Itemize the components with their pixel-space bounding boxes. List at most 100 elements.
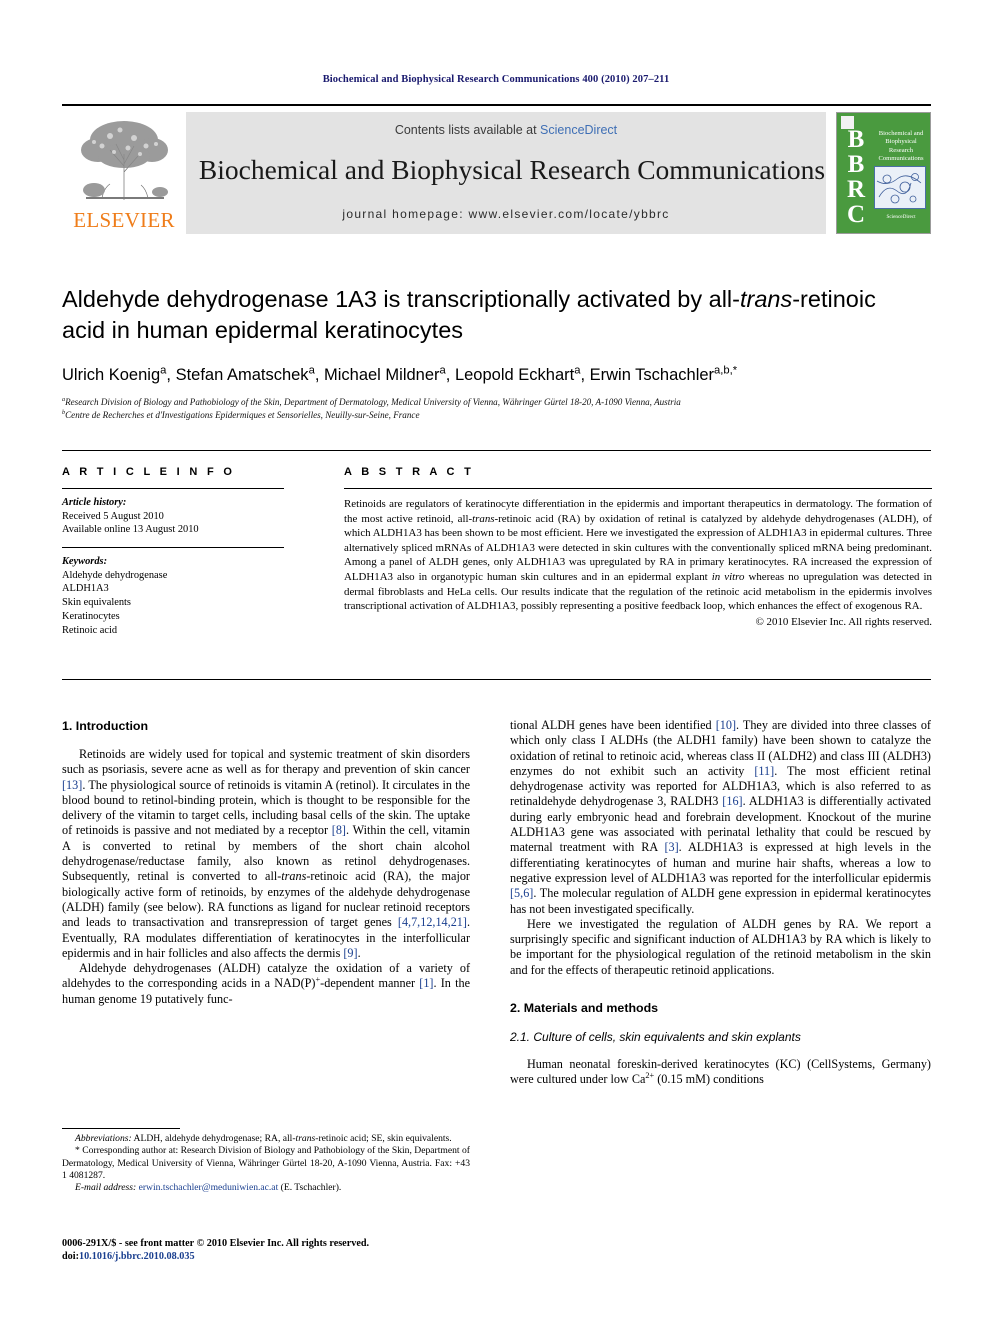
abstract-italic-trans: trans [472, 512, 495, 525]
contents-prefix: Contents lists available at [394, 123, 541, 137]
footnote-divider [62, 1128, 180, 1129]
footnote-abbreviations: Abbreviations: ALDH, aldehyde dehydrogen… [62, 1133, 470, 1145]
elsevier-wordmark: ELSEVIER [73, 208, 175, 232]
author-name: Erwin Tschachler [589, 366, 715, 384]
intro-paragraph-continued: tional ALDH genes have been identified [… [510, 718, 931, 917]
author-name: Ulrich Koenig [62, 366, 161, 384]
p2-seg-b: -dependent manner [320, 976, 420, 991]
footnote-email: E-mail address: erwin.tschachler@meduniw… [62, 1182, 470, 1194]
title-part-1: Aldehyde dehydrogenase 1A3 is transcript… [62, 286, 740, 312]
bbrc-letters: BBRC [846, 126, 866, 228]
footnote-corresponding-author: * Corresponding author at: Research Divi… [62, 1145, 470, 1182]
paper-page: Biochemical and Biophysical Research Com… [0, 0, 992, 1323]
email-address-link[interactable]: erwin.tschachler@meduniwien.ac.at [139, 1182, 279, 1193]
journal-homepage-link[interactable]: journal homepage: www.elsevier.com/locat… [186, 207, 826, 221]
r3-seg-b: (0.15 mM) conditions [654, 1072, 764, 1087]
issn-line: 0006-291X/$ - see front matter © 2010 El… [62, 1238, 370, 1249]
article-info-rule [62, 488, 284, 489]
affiliation-a-text: Research Division of Biology and Pathobi… [65, 397, 681, 407]
journal-masthead: ELSEVIER Contents lists available at Sci… [62, 104, 931, 236]
abstract-text: Retinoids are regulators of keratinocyte… [344, 497, 932, 614]
article-info-section: A R T I C L E I N F O Article history: R… [62, 466, 306, 638]
author-mark: a [160, 364, 167, 377]
affiliations: aResearch Division of Biology and Pathob… [62, 396, 912, 421]
abstract-rule [344, 488, 932, 489]
corresponding-author-text: Corresponding author at: Research Divisi… [62, 1145, 470, 1181]
keyword-item: Aldehyde dehydrogenase [62, 569, 168, 581]
elsevier-logo: ELSEVIER [62, 114, 184, 234]
section-heading-introduction: 1. Introduction [62, 719, 149, 733]
abbrev-italic-trans: trans [295, 1133, 316, 1144]
sciencedirect-link[interactable]: ScienceDirect [540, 123, 617, 137]
body-column-right: tional ALDH genes have been identified [… [510, 718, 931, 1088]
contents-lists-line: Contents lists available at ScienceDirec… [186, 123, 826, 137]
p1-italic-trans: trans [281, 869, 307, 884]
doi-link[interactable]: 10.1016/j.bbrc.2010.08.035 [79, 1251, 195, 1262]
bbrc-cover-title: Biochemical and Biophysical Research Com… [878, 130, 924, 163]
elsevier-tree-icon [68, 114, 180, 206]
keyword-item: ALDH1A3 [62, 583, 109, 595]
citation-ref[interactable]: [1] [419, 976, 433, 990]
author-name: Stefan Amatschek [175, 366, 309, 384]
abstract-italic-invitro: in vitro [711, 570, 745, 583]
issn-copyright-block: 0006-291X/$ - see front matter © 2010 El… [62, 1237, 482, 1263]
keyword-item: Skin equivalents [62, 597, 131, 609]
citation-ref[interactable]: [8] [332, 823, 346, 837]
r1-seg-f: . The molecular regulation of ALDH gene … [510, 886, 931, 916]
citation-ref[interactable]: [3] [664, 840, 678, 854]
title-italic: trans [739, 286, 793, 312]
journal-title: Biochemical and Biophysical Research Com… [198, 154, 826, 185]
bbrc-cover-thumbnail: BBRC Biochemical and Biophysical Researc… [836, 112, 931, 234]
intro-paragraph-2: Aldehyde dehydrogenases (ALDH) catalyze … [62, 961, 470, 1007]
p1-seg-a: Retinoids are widely used for topical an… [62, 747, 470, 777]
p1-seg-f: . [357, 945, 361, 960]
article-history-received: Received 5 August 2010 [62, 510, 164, 522]
citation-ref[interactable]: [13] [62, 778, 82, 792]
citation-ref[interactable]: [10] [716, 718, 736, 732]
abbrev-seg-b: -retinoic acid; SE, skin equivalents. [315, 1133, 452, 1144]
email-owner: (E. Tschachler). [278, 1182, 342, 1194]
abbrev-seg-a: ALDH, aldehyde dehydrogenase; RA, all- [131, 1133, 296, 1144]
journal-banner: Contents lists available at ScienceDirec… [186, 112, 826, 234]
abbreviations-label: Abbreviations: [75, 1133, 132, 1144]
methods-paragraph-1: Human neonatal foreskin-derived keratino… [510, 1057, 931, 1088]
author-mark: a [308, 364, 315, 377]
citation-ref[interactable]: [4,7,12,14,21] [398, 915, 467, 929]
affiliation-a: aResearch Division of Biology and Pathob… [62, 396, 912, 409]
affiliation-b: bCentre de Recherches et d'Investigation… [62, 409, 912, 422]
author-mark: a [439, 364, 446, 377]
band-rule-top [62, 450, 931, 451]
doi-line: doi:10.1016/j.bbrc.2010.08.035 [62, 1250, 482, 1263]
citation-ref[interactable]: [9] [343, 946, 357, 960]
article-history-online: Available online 13 August 2010 [62, 524, 199, 536]
keywords-label: Keywords: [62, 556, 108, 568]
author-mark: a [574, 364, 581, 377]
body-column-left: 1. Introduction Retinoids are widely use… [62, 718, 470, 1007]
r1-seg-a: tional ALDH genes have been identified [510, 718, 716, 732]
bbrc-cover-footer: ScienceDirect [886, 214, 916, 220]
email-address-label: E-mail address: [75, 1182, 137, 1194]
abstract-section: A B S T R A C T Retinoids are regulators… [344, 466, 932, 629]
intro-paragraph-3: Here we investigated the regulation of A… [510, 916, 931, 977]
article-history-label: Article history: [62, 497, 127, 508]
running-head: Biochemical and Biophysical Research Com… [322, 74, 670, 85]
author-list: Ulrich Koeniga, Stefan Amatscheka, Micha… [62, 364, 738, 384]
citation-ref[interactable]: [11] [754, 764, 774, 778]
author-mark: a,b,* [714, 364, 738, 377]
affiliation-b-text: Centre de Recherches et d'Investigations… [65, 409, 420, 420]
citation-ref[interactable]: [16] [722, 794, 742, 808]
citation-ref[interactable]: [5,6] [510, 886, 533, 900]
author-name: Michael Mildner [323, 366, 440, 384]
subsection-heading-culture-of-cells: 2.1. Culture of cells, skin equivalents … [510, 1030, 801, 1045]
abstract-copyright: © 2010 Elsevier Inc. All rights reserved… [755, 615, 932, 628]
keyword-item: Retinoic acid [62, 624, 118, 636]
article-info-heading: A R T I C L E I N F O [62, 466, 236, 478]
doi-label: doi: [62, 1251, 79, 1262]
abstract-heading: A B S T R A C T [344, 466, 475, 478]
footnotes-block: Abbreviations: ALDH, aldehyde dehydrogen… [62, 1133, 470, 1194]
page-title: Aldehyde dehydrogenase 1A3 is transcript… [62, 284, 892, 346]
bbrc-cover-image [874, 166, 926, 209]
band-rule-bottom [62, 679, 931, 680]
author-name: Leopold Eckhart [454, 366, 575, 384]
